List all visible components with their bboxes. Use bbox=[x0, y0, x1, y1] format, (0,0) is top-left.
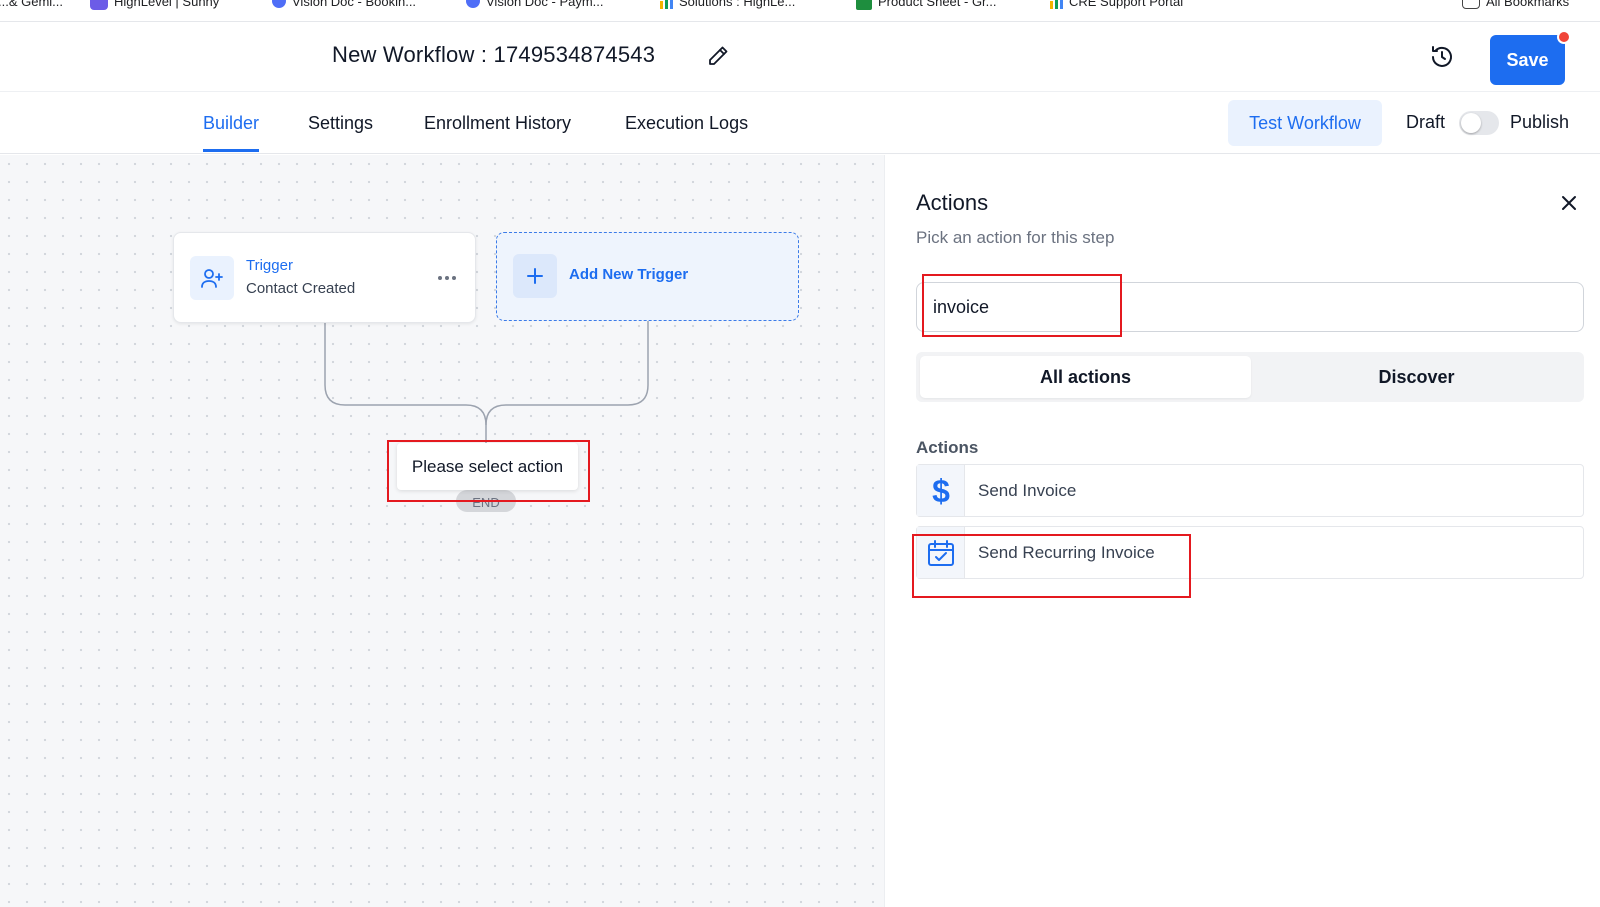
tabs-bar: Builder Settings Enrollment History Exec… bbox=[0, 92, 1600, 154]
trigger-card[interactable]: Trigger Contact Created bbox=[173, 232, 476, 323]
bookmark-item[interactable]: Product Sheet - Gr... bbox=[856, 0, 997, 11]
action-icon-cell bbox=[917, 527, 965, 578]
tab-builder[interactable]: Builder bbox=[203, 92, 260, 154]
action-item-send-recurring-invoice[interactable]: Send Recurring Invoice bbox=[916, 526, 1584, 579]
trigger-title: Trigger bbox=[246, 257, 293, 274]
actions-panel: Actions Pick an action for this step All… bbox=[884, 155, 1600, 907]
calendar-check-icon bbox=[927, 539, 954, 566]
bookmark-label: Product Sheet - Gr... bbox=[878, 0, 997, 9]
publish-toggle[interactable] bbox=[1459, 111, 1499, 135]
tab-enrollment-history[interactable]: Enrollment History bbox=[424, 92, 571, 154]
tab-execution-logs[interactable]: Execution Logs bbox=[625, 92, 748, 154]
action-item-send-invoice[interactable]: $ Send Invoice bbox=[916, 464, 1584, 517]
sheets-icon bbox=[856, 0, 872, 10]
site-icon bbox=[466, 0, 480, 8]
trigger-icon-box bbox=[190, 256, 234, 300]
user-plus-icon bbox=[201, 269, 223, 288]
bookmark-item[interactable]: Vision Doc - Bookin... bbox=[272, 0, 416, 11]
bookmark-item[interactable]: CRE Support Portal bbox=[1050, 0, 1183, 11]
bookmark-label: Solutions : HighLe... bbox=[679, 0, 796, 9]
add-new-trigger-label: Add New Trigger bbox=[569, 266, 689, 283]
site-icon bbox=[272, 0, 286, 8]
panel-subtitle: Pick an action for this step bbox=[916, 228, 1115, 247]
action-label: Send Invoice bbox=[978, 481, 1077, 500]
workflow-title: New Workflow : 1749534874543 bbox=[332, 42, 656, 67]
bookmark-item[interactable]: Solutions : HighLe... bbox=[660, 0, 795, 11]
analytics-icon bbox=[1050, 0, 1063, 9]
action-search-input[interactable] bbox=[916, 282, 1584, 332]
dollar-icon: $ bbox=[932, 475, 950, 507]
more-horizontal-icon[interactable] bbox=[436, 269, 458, 287]
segment-discover[interactable]: Discover bbox=[1251, 356, 1582, 398]
action-filter-segment: All actions Discover bbox=[916, 352, 1584, 402]
bookmarks-bar: ...& Gemi... HighLevel | Sunny Vision Do… bbox=[0, 0, 1600, 22]
bookmark-label: Vision Doc - Bookin... bbox=[292, 0, 417, 9]
trigger-subtitle: Contact Created bbox=[246, 280, 356, 297]
segment-all-actions[interactable]: All actions bbox=[920, 356, 1251, 398]
panel-title: Actions bbox=[916, 190, 989, 215]
action-label: Send Recurring Invoice bbox=[978, 543, 1155, 562]
folder-icon bbox=[1462, 0, 1480, 9]
notification-dot bbox=[1557, 30, 1571, 44]
select-action-node[interactable]: Please select action bbox=[397, 443, 578, 490]
publish-label: Publish bbox=[1510, 112, 1570, 132]
actions-section-label: Actions bbox=[916, 438, 979, 457]
add-new-trigger-card[interactable]: Add New Trigger bbox=[496, 232, 799, 321]
bookmark-label: All Bookmarks bbox=[1486, 0, 1570, 9]
action-icon-cell: $ bbox=[917, 465, 965, 516]
bookmark-label: CRE Support Portal bbox=[1069, 0, 1184, 9]
close-icon[interactable] bbox=[1559, 193, 1579, 213]
pencil-icon[interactable] bbox=[706, 44, 730, 68]
toggle-knob bbox=[1461, 113, 1481, 133]
plus-icon bbox=[527, 268, 543, 284]
test-workflow-button[interactable]: Test Workflow bbox=[1228, 100, 1382, 146]
bookmark-item[interactable]: ...& Gemi... bbox=[0, 0, 63, 11]
end-node: END bbox=[456, 490, 516, 512]
workflow-canvas[interactable]: Trigger Contact Created Add New Trigger … bbox=[0, 155, 884, 907]
draft-label: Draft bbox=[1406, 112, 1446, 132]
workflow-header: New Workflow : 1749534874543 Save bbox=[0, 22, 1600, 92]
tab-settings[interactable]: Settings bbox=[308, 92, 373, 154]
bookmark-item[interactable]: All Bookmarks bbox=[1462, 0, 1569, 11]
svg-text:$: $ bbox=[932, 475, 950, 507]
highlevel-icon bbox=[90, 0, 108, 10]
bookmark-item[interactable]: Vision Doc - Paym... bbox=[466, 0, 604, 11]
history-icon[interactable] bbox=[1428, 43, 1456, 71]
plus-icon-box bbox=[513, 254, 557, 298]
save-button[interactable]: Save bbox=[1490, 35, 1565, 85]
analytics-icon bbox=[660, 0, 673, 9]
bookmark-label: ...& Gemi... bbox=[0, 0, 64, 9]
bookmark-label: Vision Doc - Paym... bbox=[486, 0, 604, 9]
bookmark-item[interactable]: HighLevel | Sunny bbox=[90, 0, 219, 11]
bookmark-label: HighLevel | Sunny bbox=[114, 0, 220, 9]
